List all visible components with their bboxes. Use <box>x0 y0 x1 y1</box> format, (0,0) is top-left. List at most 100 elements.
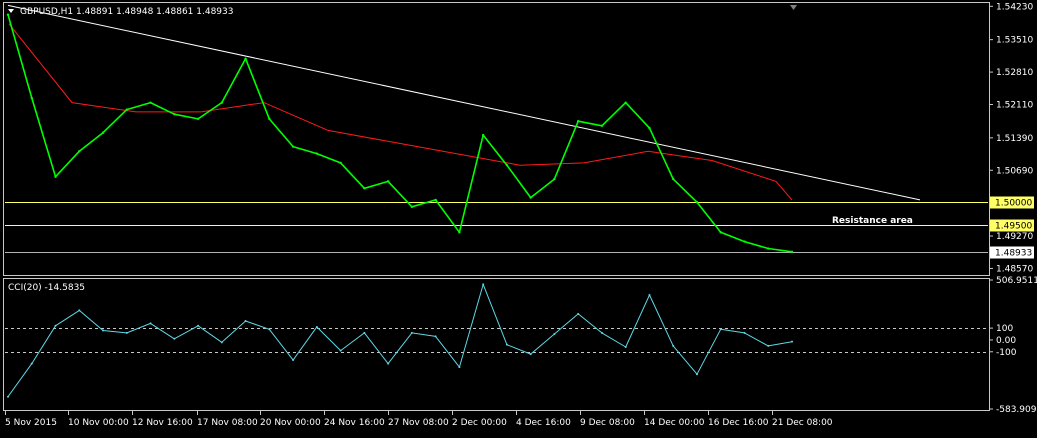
resistance-area-label: Resistance area <box>832 216 913 226</box>
x-tick-label: 5 Nov 2015 <box>5 418 57 428</box>
price-tag-label: 1.49500 <box>995 222 1032 232</box>
x-tick-label: 21 Dec 08:00 <box>772 418 833 428</box>
x-tick-label: 2 Dec 00:00 <box>452 418 507 428</box>
cci-point <box>434 335 437 338</box>
cci-point <box>125 331 128 334</box>
price-point <box>529 196 532 199</box>
chart-shift-marker-icon[interactable] <box>790 5 797 10</box>
x-tick-label: 12 Nov 16:00 <box>132 418 193 428</box>
cci-point <box>791 340 793 343</box>
cci-point <box>743 331 746 334</box>
cci-point <box>339 349 342 352</box>
chart-canvas[interactable]: 1.54230 1.53510 1.52810 1.52110 1.51390 1.506… <box>0 0 1037 434</box>
y-tick-label: 1.52110 <box>996 100 1033 110</box>
price-tag-label: 1.48933 <box>995 249 1032 259</box>
price-point <box>410 205 414 209</box>
cci-point <box>149 322 152 325</box>
price-point <box>672 177 675 181</box>
price-point <box>576 119 580 123</box>
price-point <box>101 131 105 134</box>
y-tick-label: 1.53510 <box>996 36 1033 46</box>
price-point <box>291 145 295 148</box>
y-tick-label: 1.54230 <box>996 2 1033 12</box>
price-point <box>481 133 485 137</box>
x-tick-label: 24 Nov 16:00 <box>324 418 385 428</box>
price-point <box>434 198 437 202</box>
price-point <box>196 117 200 121</box>
chart-window[interactable]: 1.54230 1.53510 1.52810 1.52110 1.51390 1.506… <box>0 0 1037 434</box>
x-tick-label: 14 Dec 00:00 <box>644 418 705 428</box>
y-tick-label: 1.49270 <box>996 232 1033 242</box>
price-point <box>363 187 366 190</box>
price-point <box>54 175 57 178</box>
cci-point <box>363 331 366 334</box>
cci-point <box>695 373 698 376</box>
cci-point <box>7 395 9 398</box>
cci-point <box>292 359 295 362</box>
cci-line <box>7 283 793 397</box>
price-line <box>7 14 793 253</box>
price-point <box>790 250 794 253</box>
cci-y-tick-label: -100 <box>996 348 1017 358</box>
price-point <box>173 113 176 116</box>
trendline[interactable] <box>7 4 921 201</box>
cci-point <box>482 283 485 286</box>
cci-point <box>553 333 556 336</box>
cci-point <box>719 328 722 331</box>
cci-point <box>54 324 57 327</box>
cci-point <box>458 366 461 369</box>
cci-point <box>244 320 247 323</box>
price-point <box>624 101 627 104</box>
price-point <box>719 231 722 234</box>
price-point <box>315 152 319 155</box>
cci-point <box>315 325 318 328</box>
x-tick-label: 20 Nov 00:00 <box>260 418 321 428</box>
cci-point <box>78 309 81 312</box>
moving-average-line <box>8 23 793 201</box>
x-tick-label: 27 Nov 08:00 <box>388 418 449 428</box>
price-point <box>30 96 33 100</box>
y-tick-label: 1.50690 <box>996 166 1033 176</box>
x-tick-label: 17 Nov 08:00 <box>197 418 258 428</box>
cci-point <box>529 353 532 356</box>
cci-point <box>410 331 413 334</box>
cci-point <box>577 312 580 315</box>
x-tick-label: 9 Dec 08:00 <box>580 418 635 428</box>
cci-pane-frame <box>3 278 990 411</box>
cci-point <box>624 346 627 349</box>
price-point <box>78 150 81 153</box>
cci-point <box>387 362 390 365</box>
y-tick-label: 1.51390 <box>996 134 1033 144</box>
cci-point <box>648 294 651 297</box>
price-tag-label: 1.50000 <box>995 199 1032 209</box>
price-point <box>125 108 128 111</box>
cci-point <box>220 341 223 344</box>
price-point <box>767 247 770 250</box>
cci-y-tick-label: 100 <box>996 324 1013 334</box>
price-point <box>695 201 699 204</box>
cci-point <box>173 337 176 340</box>
price-point <box>505 163 509 167</box>
cci-point <box>767 344 770 347</box>
cci-point <box>197 324 200 327</box>
triangle-down-icon[interactable] <box>8 9 14 13</box>
price-point <box>743 240 746 243</box>
price-pane-frame <box>3 2 990 276</box>
price-point <box>386 180 390 183</box>
symbol-info: GBPUSD,H1 1.48891 1.48948 1.48861 1.4893… <box>20 7 233 17</box>
price-point <box>244 57 247 60</box>
price-point <box>6 13 10 16</box>
cci-y-tick-label: 0.00 <box>996 336 1016 346</box>
price-point <box>268 117 271 121</box>
cci-point <box>600 331 603 334</box>
y-tick-label: 1.48570 <box>996 264 1033 274</box>
cci-title: CCI(20) -14.5835 <box>8 283 85 293</box>
price-point <box>648 126 651 130</box>
price-point <box>220 101 224 104</box>
x-tick-label: 16 Dec 16:00 <box>708 418 769 428</box>
price-point <box>600 124 604 128</box>
cci-point <box>672 344 675 347</box>
price-point <box>553 177 556 181</box>
cci-point <box>268 328 271 331</box>
cci-y-tick-label: 506.9511 <box>996 276 1037 286</box>
